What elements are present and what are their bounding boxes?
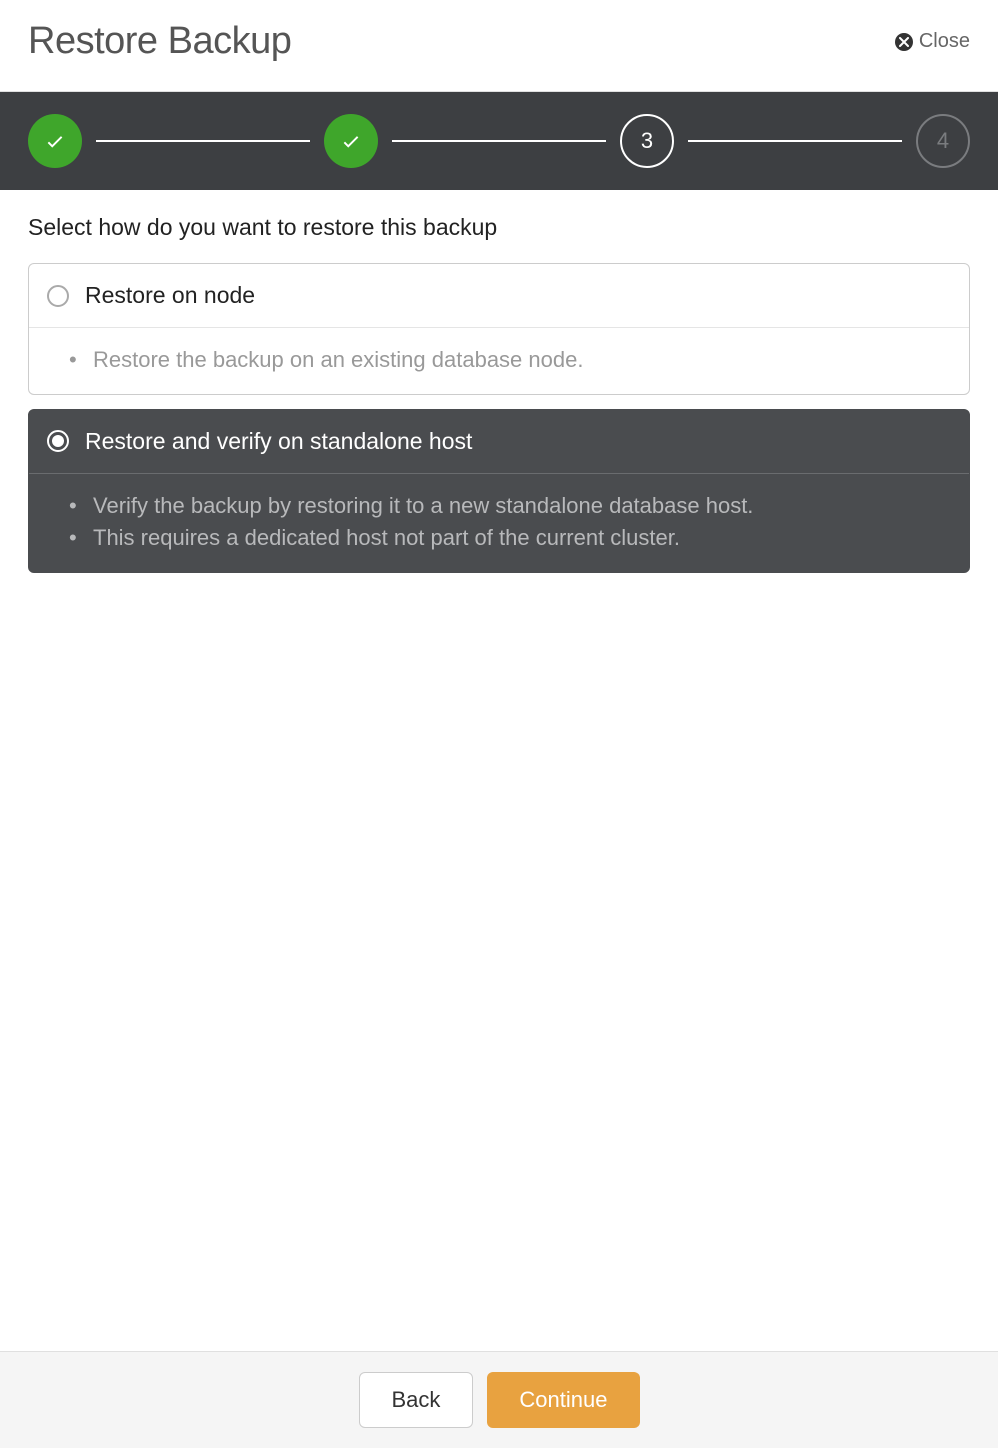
- option-restore-verify-standalone[interactable]: Restore and verify on standalone host Ve…: [28, 409, 970, 573]
- radio-unselected-icon[interactable]: [47, 285, 69, 307]
- option-body: Verify the backup by restoring it to a n…: [29, 474, 969, 572]
- radio-selected-icon[interactable]: [47, 430, 69, 452]
- step-1: [28, 114, 82, 168]
- step-2: [324, 114, 378, 168]
- option-header[interactable]: Restore and verify on standalone host: [29, 410, 969, 474]
- step-4: 4: [916, 114, 970, 168]
- continue-button[interactable]: Continue: [487, 1372, 639, 1428]
- check-icon: [340, 130, 362, 152]
- step-3: 3: [620, 114, 674, 168]
- step-connector: [688, 140, 902, 142]
- close-label: Close: [919, 30, 970, 53]
- wizard-stepper: 3 4: [0, 92, 998, 190]
- dialog-footer: Back Continue: [0, 1351, 998, 1448]
- option-detail: This requires a dedicated host not part …: [69, 522, 951, 554]
- close-button[interactable]: Close: [895, 30, 970, 53]
- step-label: 4: [937, 128, 949, 154]
- page-title: Restore Backup: [28, 20, 291, 63]
- option-header[interactable]: Restore on node: [29, 264, 969, 328]
- option-detail: Verify the backup by restoring it to a n…: [69, 490, 951, 522]
- option-restore-on-node[interactable]: Restore on node Restore the backup on an…: [28, 263, 970, 395]
- close-icon: [895, 33, 913, 51]
- check-icon: [44, 130, 66, 152]
- option-title: Restore on node: [85, 282, 255, 309]
- option-detail: Restore the backup on an existing databa…: [69, 344, 951, 376]
- step-connector: [96, 140, 310, 142]
- back-button[interactable]: Back: [359, 1372, 474, 1428]
- option-title: Restore and verify on standalone host: [85, 428, 472, 455]
- option-body: Restore the backup on an existing databa…: [29, 328, 969, 394]
- step-label: 3: [641, 128, 653, 154]
- instruction-text: Select how do you want to restore this b…: [28, 214, 970, 241]
- dialog-header: Restore Backup Close: [0, 0, 998, 92]
- dialog-content: Select how do you want to restore this b…: [0, 190, 998, 1351]
- step-connector: [392, 140, 606, 142]
